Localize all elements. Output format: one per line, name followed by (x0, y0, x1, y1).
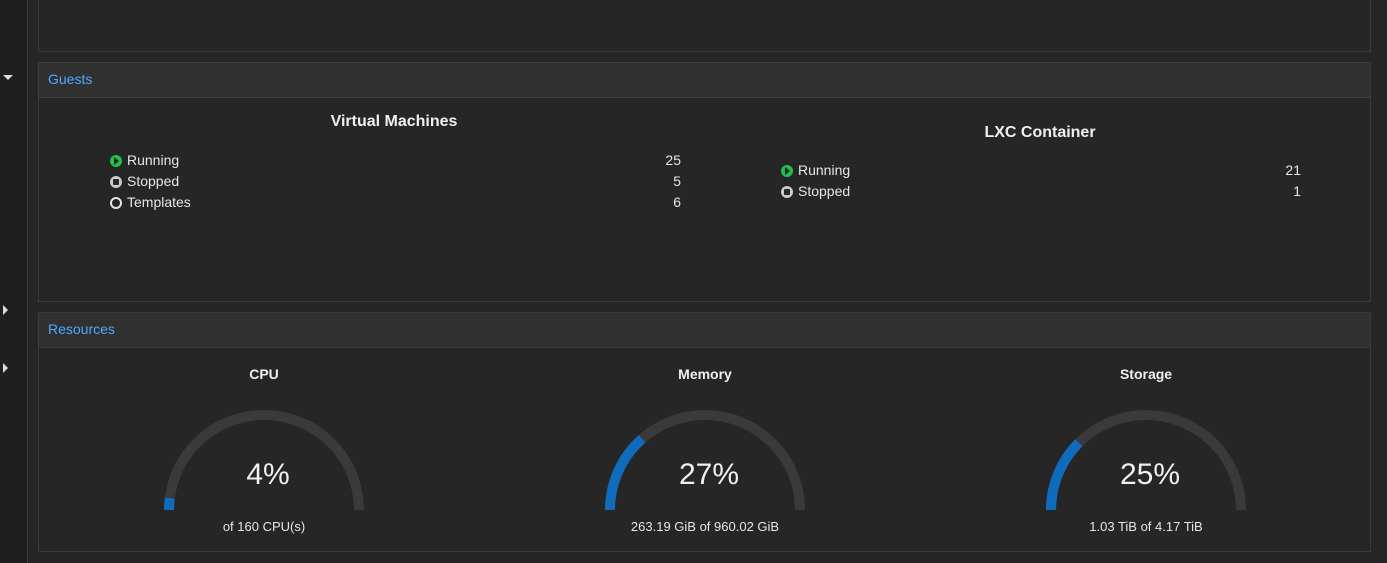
left-sidebar (0, 0, 28, 563)
vm-running-row: Running 25 (110, 151, 681, 171)
lxc-stopped-row: Stopped 1 (781, 182, 1301, 202)
lxc-running-count: 21 (1285, 162, 1301, 178)
storage-title: Storage (1119, 366, 1173, 382)
template-status-icon (110, 197, 122, 209)
vm-section-title: Virtual Machines (330, 113, 458, 130)
vm-templates-count: 6 (673, 194, 681, 210)
stopped-status-icon (110, 176, 122, 188)
cpu-title: CPU (249, 366, 279, 382)
memory-percent: 27% (678, 458, 740, 491)
storage-detail: 1.03 TiB of 4.17 TiB (1089, 519, 1203, 534)
running-status-icon (781, 165, 793, 177)
lxc-running-row: Running 21 (781, 161, 1301, 181)
collapse-arrow-icon[interactable] (3, 363, 8, 373)
expand-arrow-icon[interactable] (3, 75, 13, 80)
vm-templates-row: Templates 6 (110, 193, 681, 213)
previous-panel-body (38, 0, 1371, 52)
vm-templates-label: Templates (127, 194, 191, 210)
cpu-detail: of 160 CPU(s) (222, 519, 306, 534)
collapse-arrow-icon[interactable] (3, 305, 8, 315)
guests-panel-header[interactable]: Guests (38, 62, 1371, 98)
vm-running-label: Running (127, 152, 180, 168)
memory-title: Memory (678, 366, 732, 382)
lxc-stopped-label: Stopped (798, 183, 851, 199)
cpu-percent: 4% (246, 458, 290, 491)
running-status-icon (110, 155, 122, 167)
resources-panel-title: Resources (48, 321, 115, 337)
vm-stopped-label: Stopped (127, 173, 180, 189)
lxc-section-title: LXC Container (984, 124, 1096, 141)
guests-panel-title: Guests (48, 71, 93, 87)
memory-detail: 263.19 GiB of 960.02 GiB (630, 519, 780, 534)
gauge-fill (164, 497, 175, 511)
vm-running-count: 25 (665, 152, 681, 168)
vm-stopped-count: 5 (673, 173, 681, 189)
lxc-running-label: Running (798, 162, 851, 178)
vm-stopped-row: Stopped 5 (110, 172, 681, 192)
resources-panel-header[interactable]: Resources (38, 312, 1371, 348)
lxc-stopped-count: 1 (1293, 183, 1301, 199)
storage-percent: 25% (1119, 458, 1181, 491)
stopped-status-icon (781, 186, 793, 198)
